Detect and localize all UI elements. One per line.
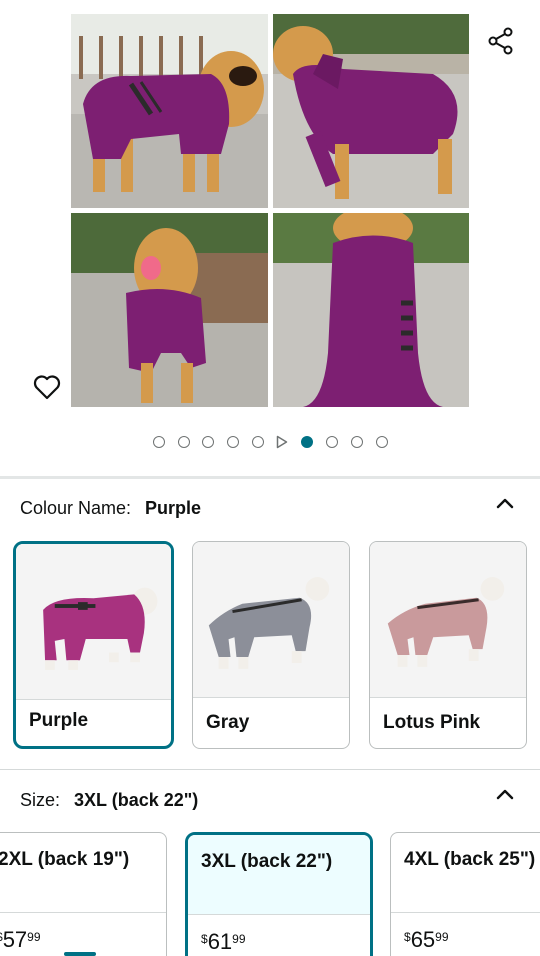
size-option-header: 2XL (back 19") bbox=[0, 833, 166, 913]
size-option-4xl[interactable]: 4XL (back 25") $ 65 99 bbox=[390, 832, 540, 956]
colour-swatch-image bbox=[370, 542, 526, 698]
colour-collapse-button[interactable] bbox=[492, 490, 518, 516]
colour-option-label: Gray bbox=[206, 712, 250, 733]
product-image-side[interactable] bbox=[71, 14, 268, 208]
gallery-dot-active[interactable] bbox=[301, 436, 313, 448]
size-selected-value: 3XL (back 22") bbox=[74, 789, 199, 810]
colour-option-lotus-pink[interactable]: Lotus Pink bbox=[369, 541, 527, 749]
price-fraction: 99 bbox=[435, 930, 449, 944]
size-option-label: 4XL (back 25") bbox=[404, 849, 536, 870]
gallery-dot[interactable] bbox=[178, 436, 190, 448]
colour-option-label: Purple bbox=[29, 710, 89, 731]
size-option-price: $ 65 99 bbox=[404, 927, 449, 953]
size-option-price: $ 57 99 bbox=[0, 927, 41, 953]
colour-swatch-image bbox=[193, 542, 349, 698]
size-option-label: 2XL (back 19") bbox=[0, 849, 130, 870]
size-option-3xl[interactable]: 3XL (back 22") $ 61 99 bbox=[185, 832, 373, 956]
colour-option-label: Lotus Pink bbox=[383, 712, 481, 733]
gallery-dot[interactable] bbox=[326, 436, 338, 448]
price-currency: $ bbox=[201, 932, 208, 946]
chevron-up-icon bbox=[496, 789, 514, 800]
colour-header: Colour Name: Purple bbox=[20, 493, 201, 523]
price-currency: $ bbox=[404, 930, 411, 944]
size-collapse-button[interactable] bbox=[492, 781, 518, 807]
add-to-wishlist-button[interactable] bbox=[30, 370, 64, 404]
price-whole: 65 bbox=[410, 927, 436, 952]
product-image-gallery[interactable] bbox=[0, 0, 540, 476]
colour-swatch-image bbox=[16, 544, 171, 700]
share-icon bbox=[488, 27, 513, 55]
video-play-icon[interactable] bbox=[276, 435, 288, 449]
price-whole: 57 bbox=[2, 927, 28, 952]
share-button[interactable] bbox=[484, 24, 518, 58]
product-image-rear[interactable] bbox=[273, 213, 469, 407]
scroll-indicator bbox=[64, 952, 96, 956]
section-divider bbox=[0, 769, 540, 770]
product-image-front[interactable] bbox=[71, 213, 268, 407]
size-option-label: 3XL (back 22") bbox=[201, 851, 333, 872]
heart-icon bbox=[33, 375, 61, 400]
colour-option-gray[interactable]: Gray bbox=[192, 541, 350, 749]
gallery-dot[interactable] bbox=[227, 436, 239, 448]
product-image-back[interactable] bbox=[273, 14, 469, 208]
price-fraction: 99 bbox=[27, 930, 41, 944]
gallery-dot[interactable] bbox=[376, 436, 388, 448]
price-whole: 61 bbox=[207, 929, 233, 954]
colour-option-purple[interactable]: Purple bbox=[13, 541, 174, 749]
colour-label: Colour Name: bbox=[20, 497, 132, 518]
chevron-up-icon bbox=[496, 498, 514, 509]
size-option-2xl[interactable]: 2XL (back 19") $ 57 99 bbox=[0, 832, 167, 956]
size-option-header: 4XL (back 25") bbox=[391, 833, 540, 913]
size-option-price: $ 61 99 bbox=[201, 929, 246, 955]
colour-selected-value: Purple bbox=[145, 497, 202, 518]
price-fraction: 99 bbox=[232, 932, 246, 946]
gallery-dot[interactable] bbox=[351, 436, 363, 448]
size-header: Size: 3XL (back 22") bbox=[20, 785, 198, 815]
size-label: Size: bbox=[20, 789, 61, 810]
gallery-dot[interactable] bbox=[202, 436, 214, 448]
gallery-dot[interactable] bbox=[252, 436, 264, 448]
section-divider bbox=[0, 476, 540, 479]
gallery-pagination bbox=[0, 432, 540, 452]
gallery-dot[interactable] bbox=[153, 436, 165, 448]
size-option-header: 3XL (back 22") bbox=[188, 835, 370, 915]
